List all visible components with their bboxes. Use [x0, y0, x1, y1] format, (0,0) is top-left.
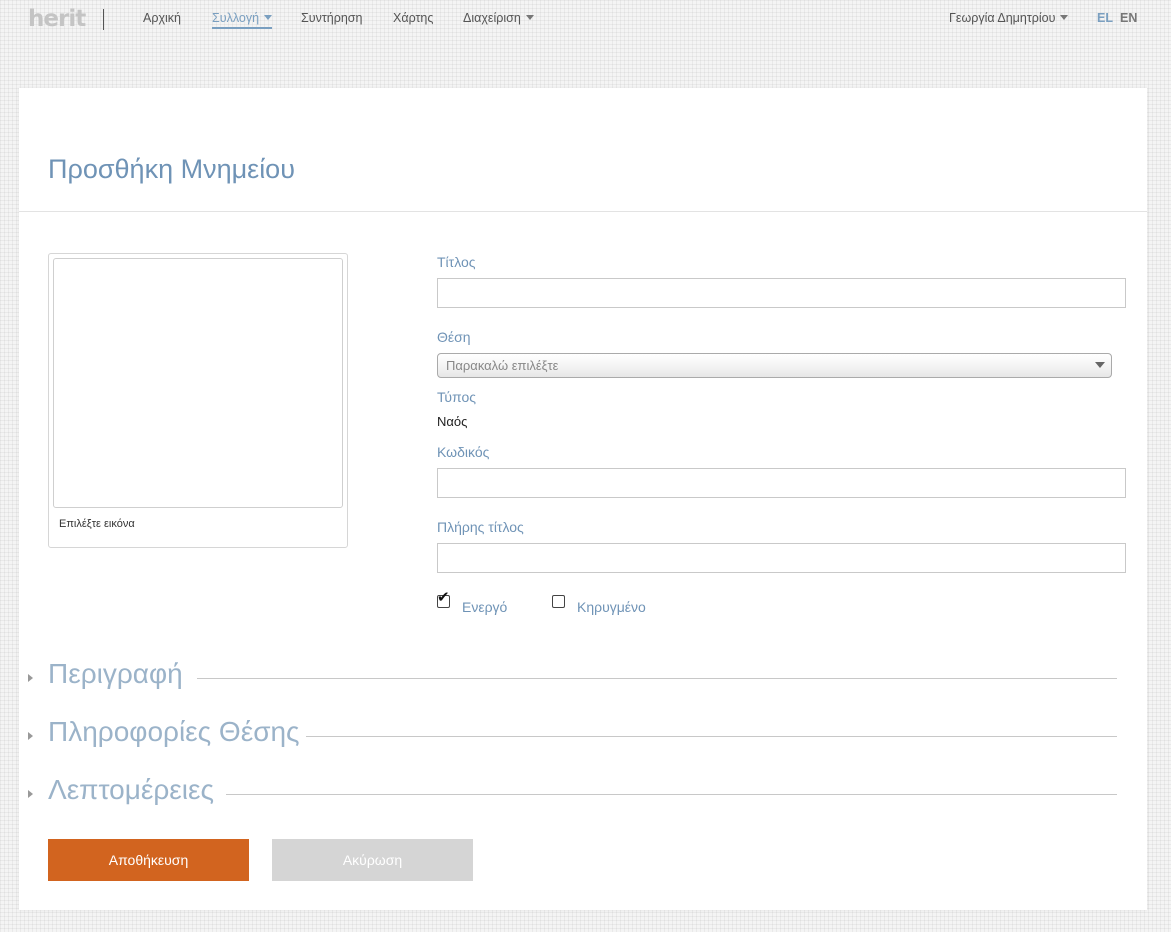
nav-item-home[interactable]: Αρχική: [143, 11, 181, 25]
caret-right-icon: [28, 732, 33, 740]
choose-image-link[interactable]: Επιλέξτε εικόνα: [59, 518, 135, 530]
nav-item-label: Διαχείριση: [463, 11, 521, 25]
nav-item-map[interactable]: Χάρτης: [393, 11, 433, 25]
position-select[interactable]: Παρακαλώ επιλέξτε: [437, 353, 1112, 378]
section-details[interactable]: Λεπτομέρειες: [19, 774, 1147, 814]
chevron-down-icon: [525, 15, 534, 20]
section-divider: [197, 678, 1117, 679]
code-input[interactable]: [437, 468, 1126, 498]
type-value: Ναός: [437, 414, 468, 429]
image-preview[interactable]: [53, 258, 343, 508]
position-label: Θέση: [437, 329, 471, 345]
page-title: Προσθήκη Μνημείου: [48, 154, 295, 184]
checkmark-icon: ✔: [437, 588, 450, 606]
chevron-down-icon: [1095, 362, 1105, 368]
section-divider: [306, 736, 1117, 737]
caret-right-icon: [28, 790, 33, 798]
chevron-down-icon: [1060, 15, 1069, 20]
active-label[interactable]: Ενεργό: [462, 599, 507, 615]
full-title-input[interactable]: [437, 543, 1126, 573]
title-divider: [19, 211, 1147, 212]
declared-checkbox[interactable]: [552, 595, 565, 608]
cancel-button[interactable]: Ακύρωση: [272, 839, 473, 881]
nav-item-label: Αρχική: [143, 11, 181, 25]
section-title: Περιγραφή: [48, 658, 183, 689]
type-label: Τύπος: [437, 389, 476, 405]
main-card: Προσθήκη Μνημείου Επιλέξτε εικόνα Τίτλος…: [19, 88, 1147, 910]
nav-item-label: Συλλογή: [212, 11, 260, 25]
code-label: Κωδικός: [437, 444, 490, 460]
user-menu[interactable]: Γεωργία Δημητρίου: [949, 11, 1069, 25]
nav-item-maintenance[interactable]: Συντήρηση: [301, 11, 362, 25]
section-title: Πληροφορίες Θέσης: [48, 716, 300, 747]
full-title-label: Πλήρης τίτλος: [437, 519, 524, 535]
section-description[interactable]: Περιγραφή: [19, 658, 1147, 698]
active-checkbox[interactable]: ✔: [437, 590, 450, 608]
section-divider: [226, 794, 1117, 795]
save-button[interactable]: Αποθήκευση: [48, 839, 249, 881]
lang-en[interactable]: EN: [1120, 11, 1137, 25]
title-label: Τίτλος: [437, 254, 476, 270]
nav-item-collection[interactable]: Συλλογή: [212, 11, 273, 29]
position-select-placeholder: Παρακαλώ επιλέξτε: [446, 358, 559, 373]
section-title: Λεπτομέρειες: [48, 774, 214, 805]
nav-item-administration[interactable]: Διαχείριση: [463, 11, 534, 25]
lang-el[interactable]: EL: [1097, 11, 1113, 25]
chevron-down-icon: [264, 15, 273, 20]
logo-divider: [103, 9, 104, 30]
title-input[interactable]: [437, 278, 1126, 308]
section-location-info[interactable]: Πληροφορίες Θέσης: [19, 716, 1147, 756]
nav-item-label: Χάρτης: [393, 11, 434, 25]
nav-item-label: Συντήρηση: [301, 11, 363, 25]
image-panel: Επιλέξτε εικόνα: [48, 253, 348, 548]
user-name: Γεωργία Δημητρίου: [949, 11, 1056, 25]
top-navbar: herit Αρχική Συλλογή Συντήρηση Χάρτης Δι…: [0, 0, 1171, 40]
declared-label[interactable]: Κηρυγμένο: [577, 599, 646, 615]
herit-logo[interactable]: herit: [28, 6, 86, 32]
caret-right-icon: [28, 674, 33, 682]
